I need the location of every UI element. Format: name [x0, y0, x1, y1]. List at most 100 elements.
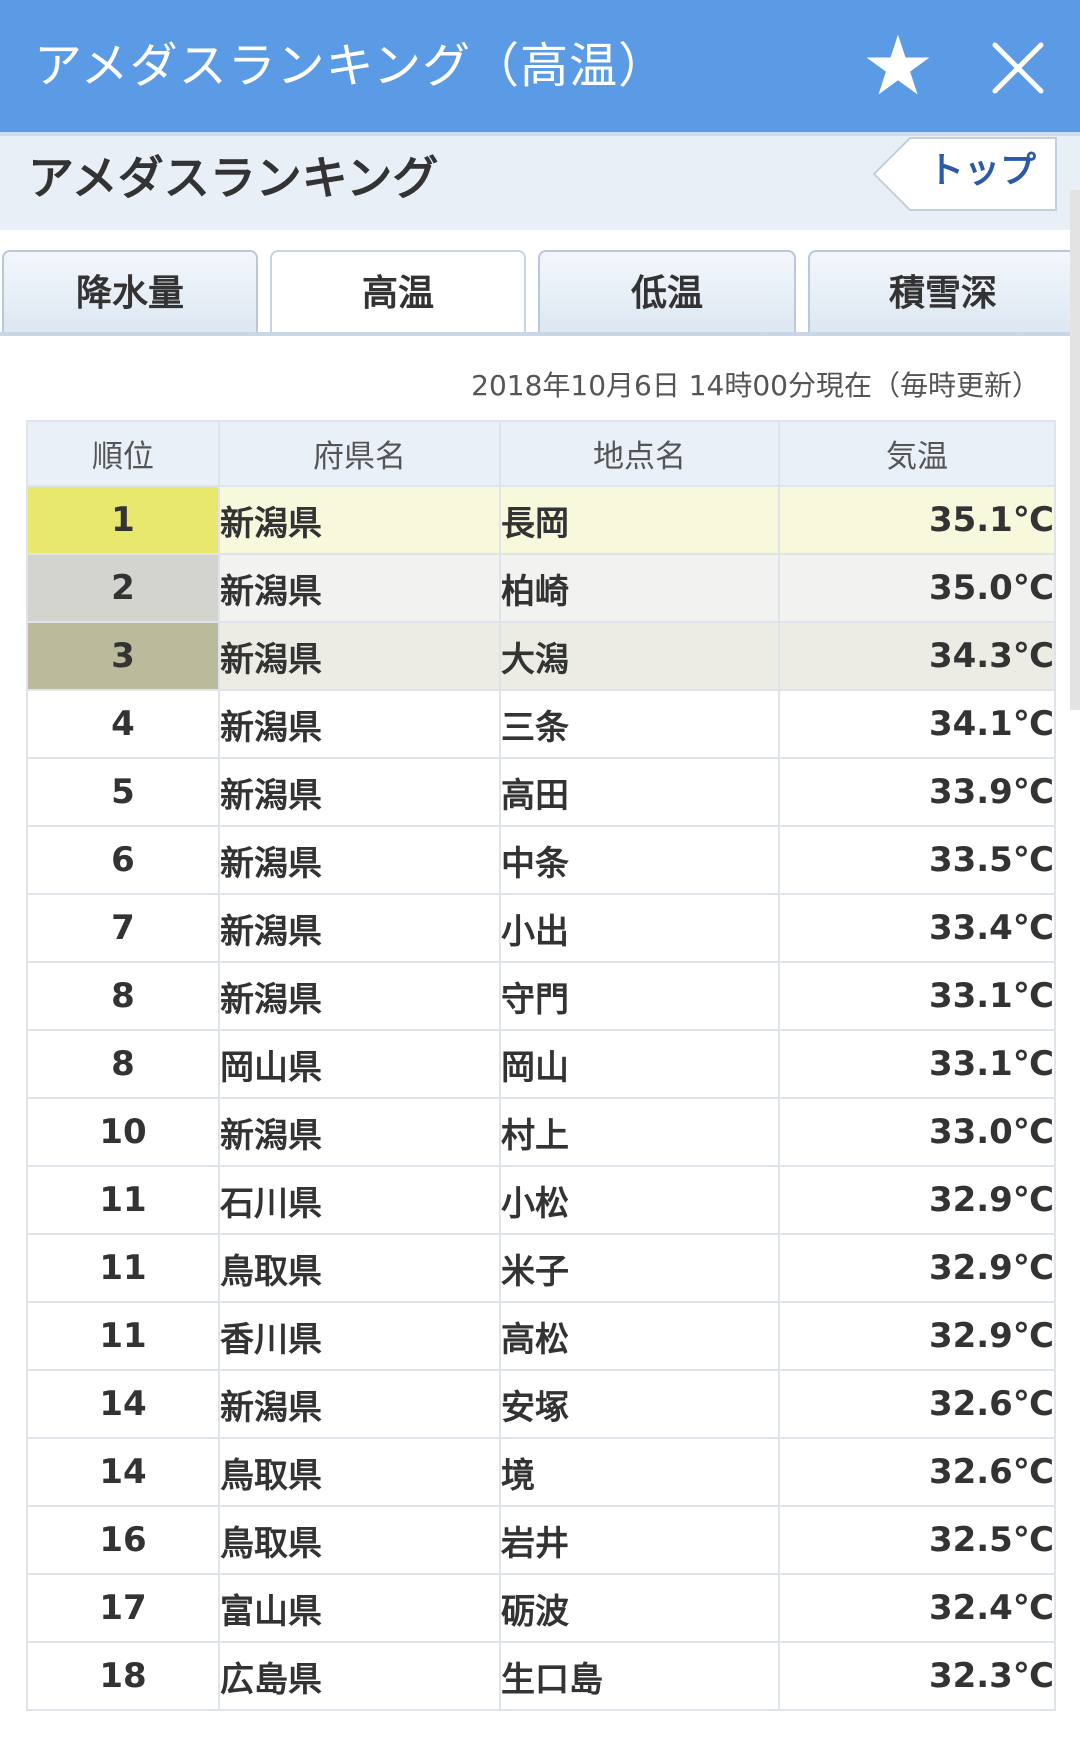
table-row: 10 新潟県 村上 33.0℃	[26, 1097, 1056, 1167]
table-row: 5 新潟県 高田 33.9℃	[26, 757, 1056, 827]
temperature-cell: 32.5℃	[778, 1505, 1056, 1575]
station-link[interactable]: 高松	[499, 1301, 780, 1371]
rank-cell: 14	[26, 1369, 220, 1439]
temperature-cell: 32.4℃	[778, 1573, 1056, 1643]
section-title: アメダスランキング	[28, 151, 439, 205]
rank-cell: 11	[26, 1301, 220, 1371]
table-row: 8 新潟県 守門 33.1℃	[26, 961, 1056, 1031]
temperature-cell: 32.6℃	[778, 1437, 1056, 1507]
station-link[interactable]: 岩井	[499, 1505, 780, 1575]
rank-cell: 8	[26, 1029, 220, 1099]
tab-precipitation[interactable]: 降水量	[2, 250, 258, 332]
station-link[interactable]: 中条	[499, 825, 780, 895]
rank-cell: 11	[26, 1165, 220, 1235]
temperature-cell: 34.3℃	[778, 621, 1056, 691]
update-timestamp: 2018年10月6日 14時00分現在（毎時更新）	[471, 369, 1040, 402]
station-link[interactable]: 村上	[499, 1097, 780, 1167]
tab-divider	[0, 332, 1080, 336]
station-link[interactable]: 柏崎	[499, 553, 780, 623]
tab-low-temperature[interactable]: 低温	[538, 250, 796, 332]
temperature-cell: 34.1℃	[778, 689, 1056, 759]
prefecture-cell: 新潟県	[218, 961, 501, 1031]
table-row: 17 富山県 砺波 32.4℃	[26, 1573, 1056, 1643]
station-link[interactable]: 守門	[499, 961, 780, 1031]
station-link[interactable]: 岡山	[499, 1029, 780, 1099]
temperature-cell: 33.1℃	[778, 1029, 1056, 1099]
table-row: 3 新潟県 大潟 34.3℃	[26, 621, 1056, 691]
table-row: 6 新潟県 中条 33.5℃	[26, 825, 1056, 895]
temperature-cell: 35.1℃	[778, 485, 1056, 555]
rank-cell: 10	[26, 1097, 220, 1167]
temperature-cell: 32.6℃	[778, 1369, 1056, 1439]
top-button-label: トップ	[928, 150, 1037, 191]
station-link[interactable]: 長岡	[499, 485, 780, 555]
table-row: 11 鳥取県 米子 32.9℃	[26, 1233, 1056, 1303]
rank-cell: 4	[26, 689, 220, 759]
station-link[interactable]: 砺波	[499, 1573, 780, 1643]
ranking-table-body: 1 新潟県 長岡 35.1℃ 2 新潟県 柏崎 35.0℃ 3 新潟県 大潟 34.3℃ 4 新潟県 三条 3…	[26, 485, 1056, 1711]
tab-snow-depth[interactable]: 積雪深	[808, 250, 1078, 332]
table-row: 2 新潟県 柏崎 35.0℃	[26, 553, 1056, 623]
table-row: 7 新潟県 小出 33.4℃	[26, 893, 1056, 963]
prefecture-cell: 新潟県	[218, 621, 501, 691]
section-header: アメダスランキング トップ	[0, 132, 1080, 230]
station-link[interactable]: 境	[499, 1437, 780, 1507]
prefecture-cell: 富山県	[218, 1573, 501, 1643]
ranking-tabs: 降水量 高温 低温 積雪深	[0, 250, 1080, 340]
station-link[interactable]: 安塚	[499, 1369, 780, 1439]
column-header-prefecture: 府県名	[218, 420, 501, 487]
table-row: 4 新潟県 三条 34.1℃	[26, 689, 1056, 759]
prefecture-cell: 広島県	[218, 1641, 501, 1711]
prefecture-cell: 鳥取県	[218, 1233, 501, 1303]
star-icon[interactable]: ★	[858, 22, 938, 112]
tab-high-temperature[interactable]: 高温	[270, 250, 526, 336]
column-header-rank: 順位	[26, 420, 220, 487]
table-row: 16 鳥取県 岩井 32.5℃	[26, 1505, 1056, 1575]
station-link[interactable]: 三条	[499, 689, 780, 759]
table-row: 18 広島県 生口島 32.3℃	[26, 1641, 1056, 1711]
rank-cell: 18	[26, 1641, 220, 1711]
table-header-row: 順位 府県名 地点名 気温	[26, 420, 1056, 487]
table-row: 14 鳥取県境 32.6℃	[26, 1437, 1056, 1507]
temperature-cell: 33.9℃	[778, 757, 1056, 827]
rank-cell: 16	[26, 1505, 220, 1575]
rank-cell: 5	[26, 757, 220, 827]
top-button[interactable]: トップ	[872, 136, 1058, 212]
station-link[interactable]: 生口島	[499, 1641, 780, 1711]
rank-cell: 8	[26, 961, 220, 1031]
temperature-cell: 33.4℃	[778, 893, 1056, 963]
temperature-cell: 33.5℃	[778, 825, 1056, 895]
rank-cell: 14	[26, 1437, 220, 1507]
prefecture-cell: 新潟県	[218, 485, 501, 555]
rank-cell: 3	[26, 621, 220, 691]
station-link[interactable]: 大潟	[499, 621, 780, 691]
table-row: 1 新潟県 長岡 35.1℃	[26, 485, 1056, 555]
prefecture-cell: 香川県	[218, 1301, 501, 1371]
app-header: アメダスランキング（高温） ★	[0, 0, 1080, 132]
rank-cell: 7	[26, 893, 220, 963]
station-link[interactable]: 小松	[499, 1165, 780, 1235]
rank-cell: 17	[26, 1573, 220, 1643]
temperature-cell: 32.9℃	[778, 1301, 1056, 1371]
prefecture-cell: 新潟県	[218, 553, 501, 623]
table-row: 8 岡山県 岡山 33.1℃	[26, 1029, 1056, 1099]
column-header-temperature: 気温	[778, 420, 1056, 487]
prefecture-cell: 新潟県	[218, 825, 501, 895]
temperature-cell: 33.0℃	[778, 1097, 1056, 1167]
station-link[interactable]: 高田	[499, 757, 780, 827]
temperature-cell: 35.0℃	[778, 553, 1056, 623]
prefecture-cell: 岡山県	[218, 1029, 501, 1099]
table-row: 11 石川県 小松 32.9℃	[26, 1165, 1056, 1235]
rank-cell: 2	[26, 553, 220, 623]
temperature-cell: 32.9℃	[778, 1165, 1056, 1235]
table-row: 14 新潟県 安塚 32.6℃	[26, 1369, 1056, 1439]
page-title: アメダスランキング（高温）	[34, 38, 668, 94]
close-icon[interactable]	[990, 40, 1046, 96]
station-link[interactable]: 小出	[499, 893, 780, 963]
station-link[interactable]: 米子	[499, 1233, 780, 1303]
ranking-table: 順位 府県名 地点名 気温 1 新潟県 長岡 35.1℃ 2 新潟県 柏崎 35.0℃ 3 新潟県…	[26, 420, 1056, 1711]
rank-cell: 11	[26, 1233, 220, 1303]
scrollbar[interactable]	[1070, 190, 1080, 710]
prefecture-cell: 新潟県	[218, 1369, 501, 1439]
prefecture-cell: 新潟県	[218, 1097, 501, 1167]
